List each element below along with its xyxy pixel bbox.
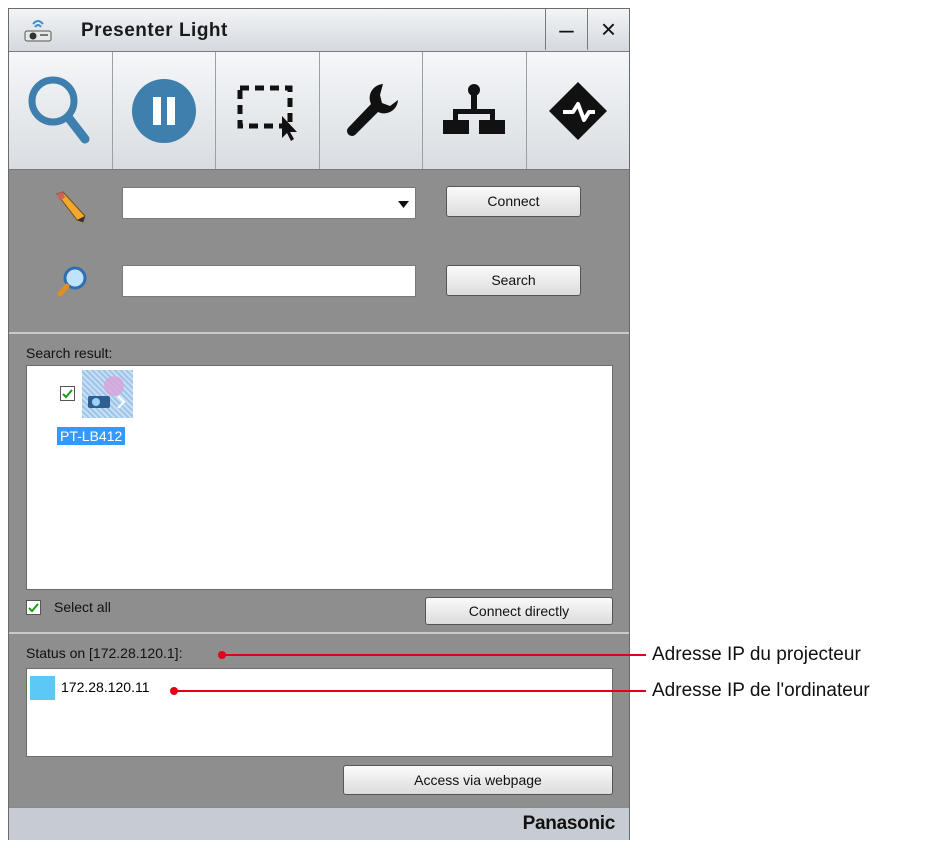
search-button[interactable]: Search <box>446 265 581 296</box>
checkbox-icon <box>28 603 39 613</box>
main-toolbar <box>9 52 629 170</box>
access-via-webpage-button[interactable]: Access via webpage <box>343 765 613 795</box>
close-icon: × <box>600 14 617 44</box>
wrench-icon <box>346 83 398 136</box>
callout-computer-ip: Adresse IP de l'ordinateur <box>652 680 870 701</box>
pencil-icon <box>53 190 89 229</box>
connect-directly-button[interactable]: Connect directly <box>425 597 613 625</box>
close-button[interactable]: × <box>587 9 629 50</box>
status-heading: Status on [172.28.120.1]: <box>26 645 183 661</box>
dropdown-arrow-icon <box>398 201 409 208</box>
status-tool-button[interactable] <box>526 52 629 169</box>
projector-dropdown[interactable] <box>122 187 416 219</box>
search-icon <box>28 76 90 144</box>
search-tool-button[interactable] <box>9 52 113 169</box>
callout-line-projector <box>222 654 646 656</box>
callout-line-computer <box>174 690 646 692</box>
footer-bar: Panasonic <box>9 807 629 840</box>
pause-tool-button[interactable] <box>112 52 216 169</box>
divider <box>9 632 629 634</box>
title-bar: Presenter Light – × <box>9 9 629 52</box>
network-icon <box>443 83 506 134</box>
panasonic-logo: Panasonic <box>522 813 616 834</box>
select-area-icon <box>237 85 298 141</box>
settings-tool-button[interactable] <box>319 52 423 169</box>
diamond-check-icon <box>548 81 607 140</box>
checkbox-icon <box>62 389 73 399</box>
status-list: 172.28.120.11 <box>26 668 613 757</box>
result-item-label: PT-LB412 <box>57 427 126 445</box>
divider <box>9 332 629 334</box>
window-title: Presenter Light <box>81 20 228 41</box>
connect-button[interactable]: Connect <box>446 186 581 217</box>
search-result-list: PT-LB412 <box>26 365 613 590</box>
presenter-light-window: Presenter Light – × Connect Search Searc… <box>8 8 630 840</box>
search-input[interactable] <box>122 265 416 297</box>
projector-icon <box>23 17 53 45</box>
pause-icon <box>131 78 196 143</box>
select-all-label: Select all <box>54 599 111 615</box>
select-all-checkbox[interactable] <box>26 600 41 615</box>
result-item-checkbox[interactable] <box>60 386 75 401</box>
select-area-tool-button[interactable] <box>216 52 320 169</box>
minimize-button[interactable]: – <box>545 9 587 50</box>
projector-result-icon <box>82 370 133 418</box>
callout-projector-ip: Adresse IP du projecteur <box>652 644 861 665</box>
network-tool-button[interactable] <box>423 52 527 169</box>
minimize-icon: – <box>559 14 574 44</box>
status-entry-ip: 172.28.120.11 <box>61 679 150 695</box>
magnifier-icon <box>57 265 89 304</box>
status-color-swatch <box>30 676 55 700</box>
search-result-heading: Search result: <box>26 345 113 361</box>
